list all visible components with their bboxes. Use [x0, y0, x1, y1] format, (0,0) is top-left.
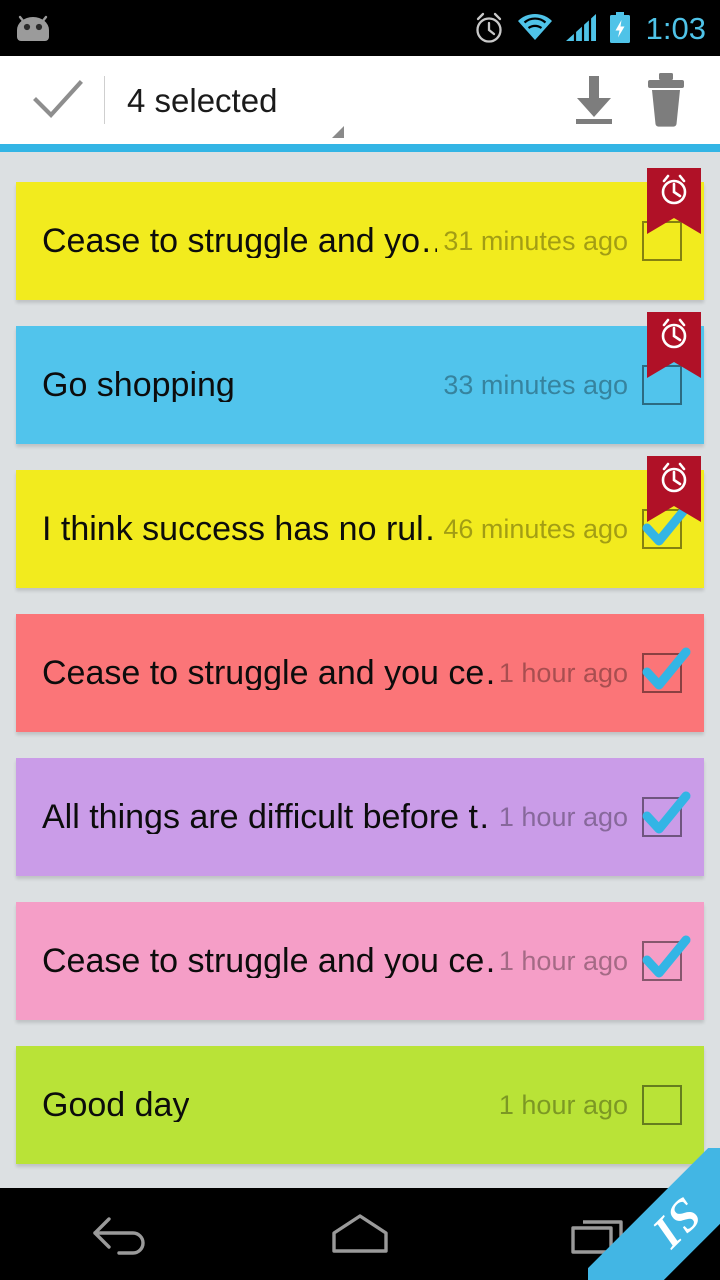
note-row[interactable]: Cease to struggle and yo… 31 minutes ago [16, 168, 704, 300]
back-arrow-icon [93, 1217, 145, 1255]
note-row[interactable]: All things are difficult before t… 1 hou… [16, 758, 704, 876]
status-bar: 1:03 [0, 0, 720, 56]
alarm-clock-icon [472, 11, 506, 45]
action-bar-divider [104, 76, 105, 124]
alarm-ribbon-icon [647, 312, 701, 378]
note-timestamp: 31 minutes ago [443, 225, 628, 256]
download-arrow-icon [576, 76, 612, 124]
system-navigation-bar [0, 1188, 720, 1280]
wifi-icon [516, 13, 554, 43]
note-checkbox[interactable] [642, 1085, 682, 1125]
status-bar-clock: 1:03 [645, 10, 706, 46]
selection-count-title: 4 selected [127, 81, 278, 119]
note-timestamp: 1 hour ago [498, 657, 628, 688]
done-check-button[interactable] [26, 68, 90, 132]
note-title: Cease to struggle and yo… [42, 224, 438, 258]
note-title: I think success has no rul… [42, 512, 438, 546]
checkbox-box [642, 1085, 682, 1125]
checkbox-tick-icon [642, 647, 691, 690]
checkbox-tick-icon [642, 935, 691, 978]
note-row[interactable]: Cease to struggle and you ce… 1 hour ago [16, 614, 704, 732]
home-icon [332, 1214, 388, 1253]
note-title: All things are difficult before t… [42, 800, 493, 834]
done-check-icon [33, 80, 83, 119]
recents-button[interactable] [480, 1188, 720, 1280]
note-timestamp: 33 minutes ago [443, 369, 628, 400]
note-checkbox[interactable] [642, 935, 691, 981]
note-title: Cease to struggle and you ce… [42, 656, 493, 690]
note-timestamp: 1 hour ago [498, 1089, 628, 1120]
archive-button[interactable] [558, 64, 630, 136]
note-title: Cease to struggle and you ce… [42, 944, 493, 978]
status-bar-system-icons: 1:03 [472, 11, 706, 45]
phone-screen: 1:03 4 selected Cease to struggle and yo… [0, 0, 720, 1280]
delete-button[interactable] [630, 64, 702, 136]
note-checkbox[interactable] [642, 647, 691, 693]
home-button[interactable] [240, 1188, 480, 1280]
note-title: Good day [42, 1088, 190, 1122]
note-list[interactable]: Cease to struggle and yo… 31 minutes ago… [0, 152, 720, 1192]
action-bar-accent-underline [0, 144, 720, 152]
note-row[interactable]: I think success has no rul… 46 minutes a… [16, 456, 704, 588]
note-timestamp: 1 hour ago [498, 945, 628, 976]
cellular-signal-icon [564, 13, 598, 43]
status-bar-notifications [14, 13, 52, 43]
battery-charging-icon [608, 12, 632, 44]
overflow-corner-marker [332, 126, 344, 138]
note-row[interactable]: Good day 1 hour ago [16, 1046, 704, 1164]
recent-apps-icon [571, 1220, 623, 1254]
note-row[interactable]: Cease to struggle and you ce… 1 hour ago [16, 902, 704, 1020]
contextual-action-bar: 4 selected [0, 56, 720, 144]
note-checkbox[interactable] [642, 791, 691, 837]
alarm-ribbon-icon [647, 456, 701, 522]
note-row[interactable]: Go shopping 33 minutes ago [16, 312, 704, 444]
checkbox-tick-icon [642, 791, 691, 834]
android-robot-icon [14, 13, 52, 43]
trash-can-icon [648, 73, 684, 127]
note-timestamp: 1 hour ago [498, 801, 628, 832]
back-button[interactable] [0, 1188, 240, 1280]
note-timestamp: 46 minutes ago [443, 513, 628, 544]
note-title: Go shopping [42, 368, 235, 402]
alarm-ribbon-icon [647, 168, 701, 234]
